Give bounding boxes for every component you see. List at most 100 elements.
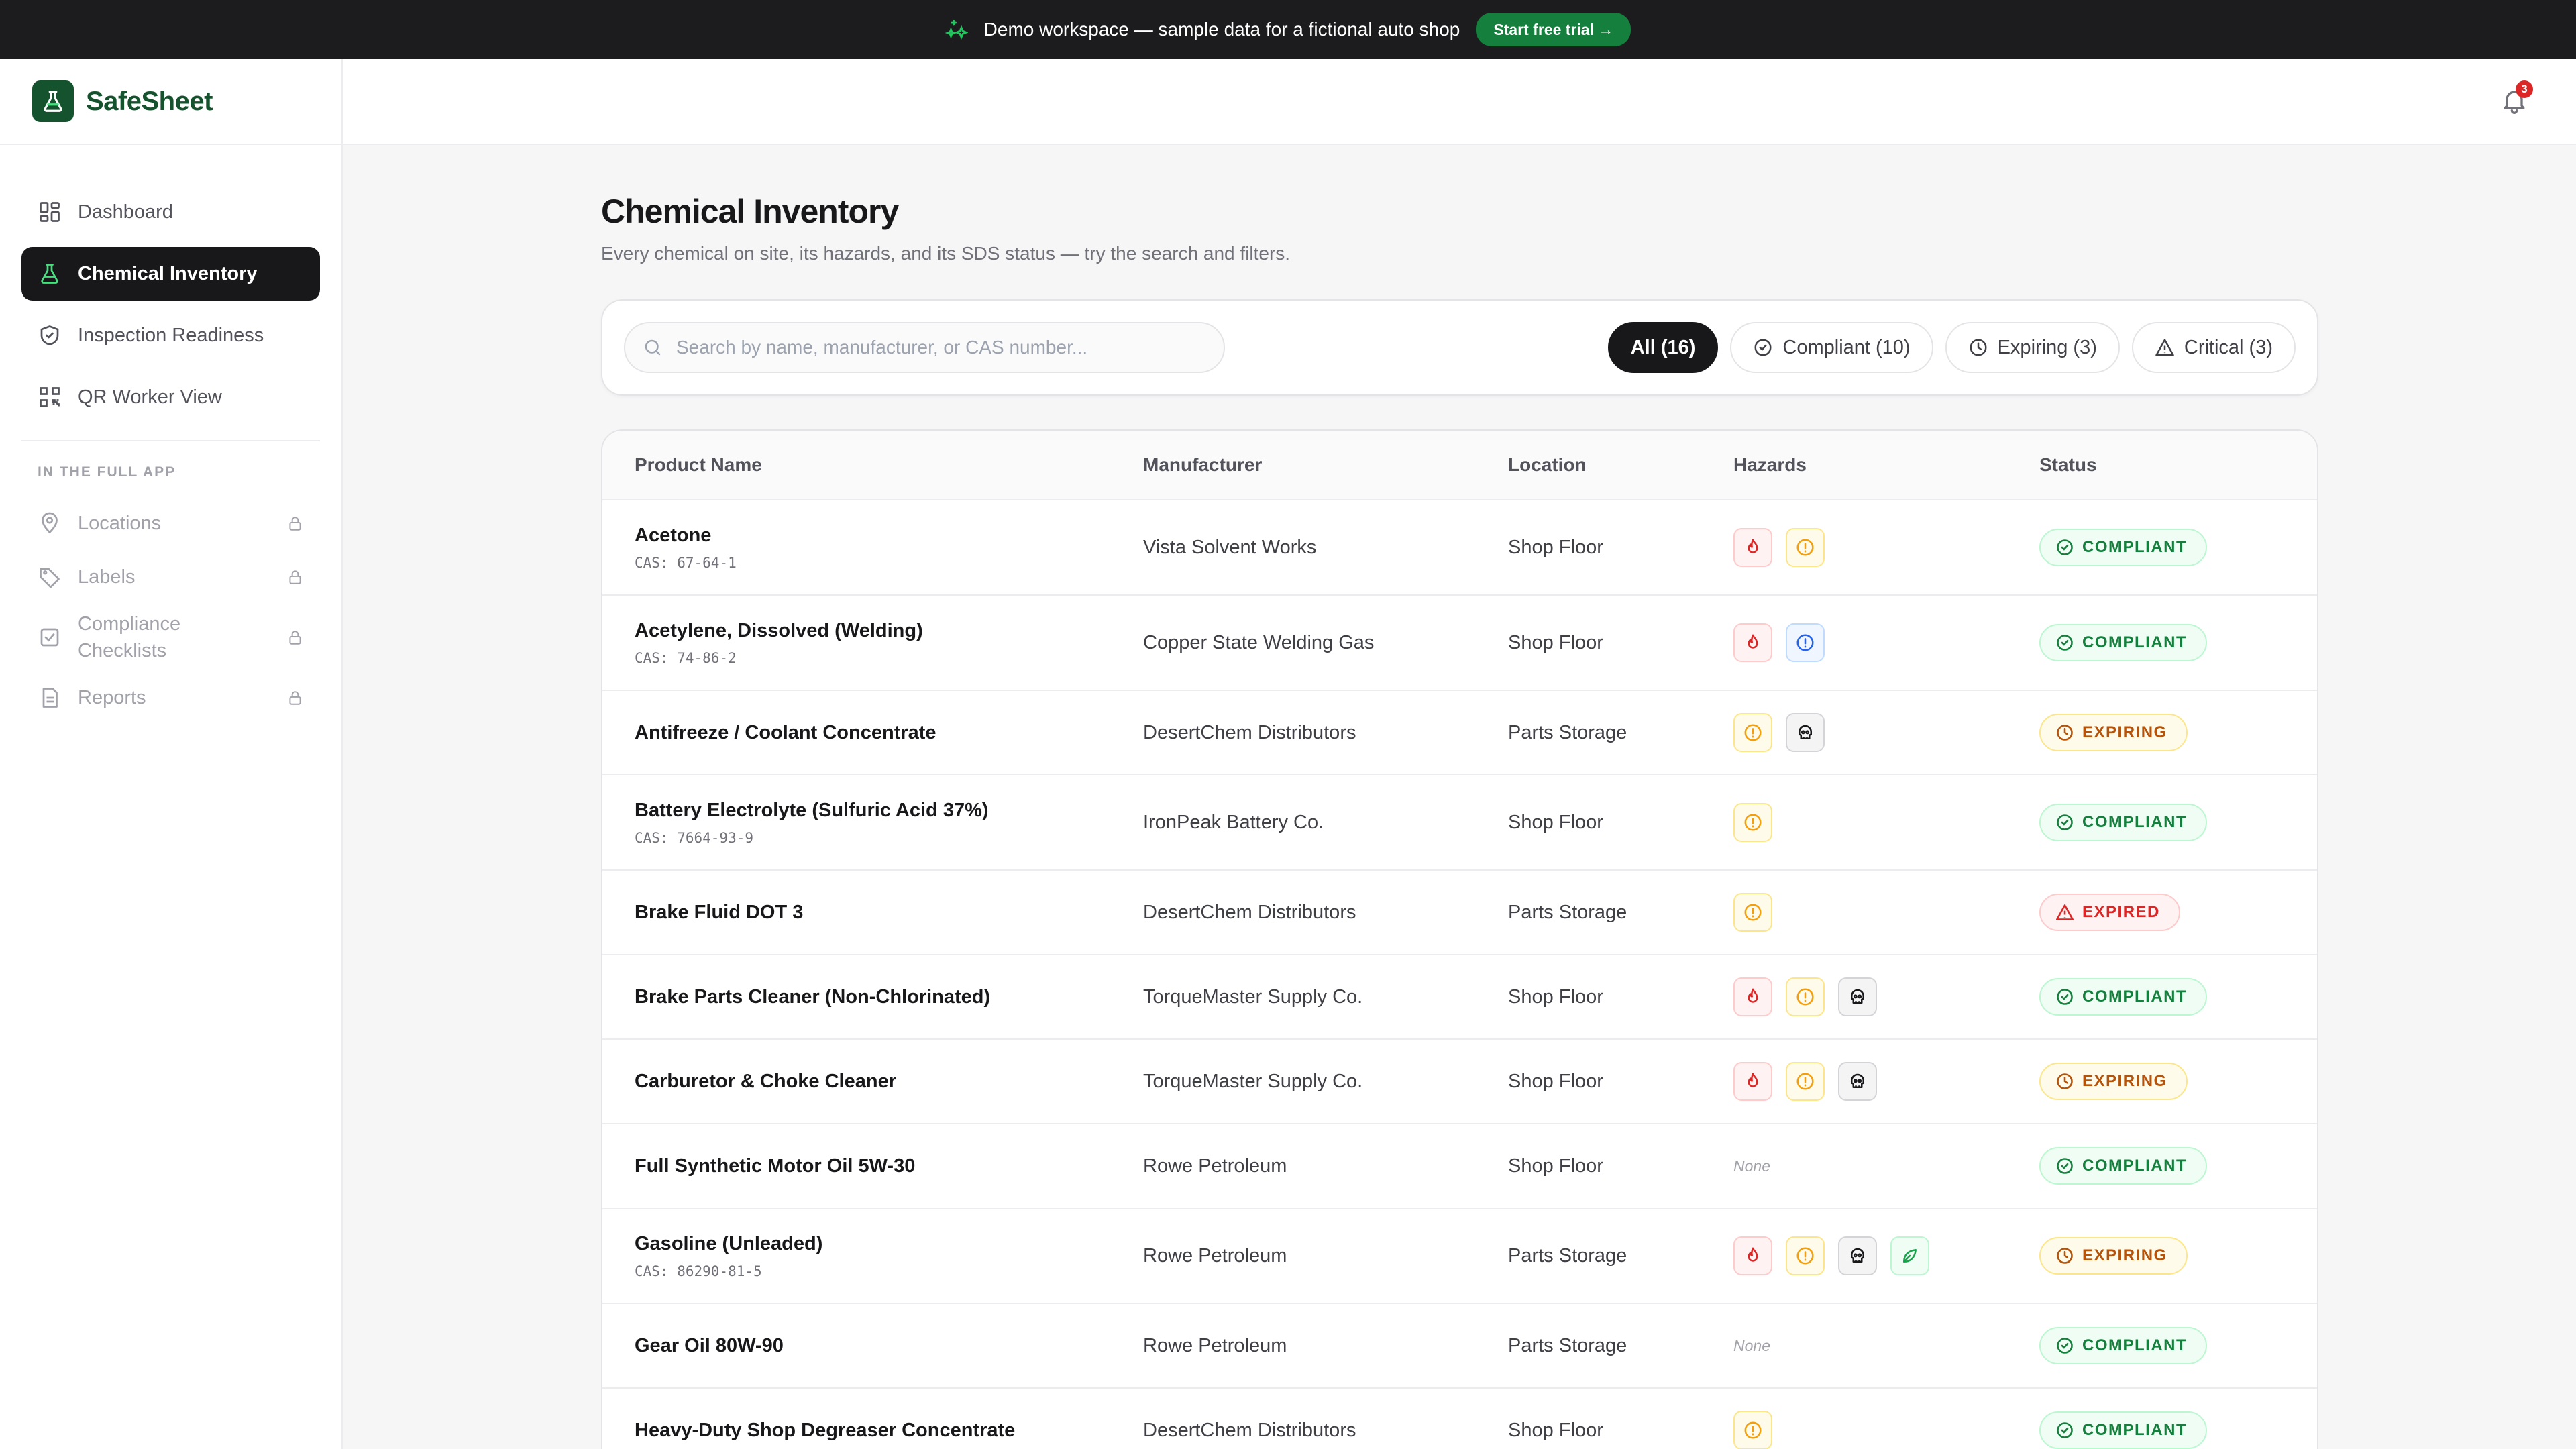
table-row[interactable]: Brake Parts Cleaner (Non-Chlorinated) Tor… <box>602 955 2317 1040</box>
locked-item-locations[interactable]: Locations <box>21 496 320 550</box>
status-badge: COMPLIANT <box>2039 1147 2208 1185</box>
col-status[interactable]: Status <box>2039 454 2317 476</box>
filter-compliant[interactable]: Compliant (10) <box>1730 322 1933 373</box>
table-body: Acetone CAS: 67-64-1 Vista Solvent Works Sh… <box>602 500 2317 1449</box>
locked-item-compliance-checklists[interactable]: Compliance Checklists <box>21 604 320 671</box>
nav-item-label: Inspection Readiness <box>78 324 264 346</box>
status-badge: EXPIRING <box>2039 714 2188 751</box>
table-row[interactable]: Battery Electrolyte (Sulfuric Acid 37%) C… <box>602 775 2317 871</box>
clock-icon <box>2055 1246 2074 1265</box>
filter-label: All (16) <box>1630 336 1696 358</box>
location-cell: Parts Storage <box>1508 901 1627 923</box>
nav-item-chemical-inventory[interactable]: Chemical Inventory <box>21 247 320 301</box>
table-row[interactable]: Acetylene, Dissolved (Welding) CAS: 74-86… <box>602 596 2317 691</box>
status-cell: COMPLIANT <box>2039 1411 2317 1449</box>
status-label: COMPLIANT <box>2082 1336 2188 1354</box>
product-name[interactable]: Gasoline (Unleaded) <box>635 1233 1143 1255</box>
clock-icon <box>2055 1072 2074 1091</box>
table-row[interactable]: Brake Fluid DOT 3 DesertChem Distributors… <box>602 871 2317 955</box>
product-name[interactable]: Battery Electrolyte (Sulfuric Acid 37%) <box>635 800 1143 822</box>
location-cell: Shop Floor <box>1508 631 1603 653</box>
search-input[interactable] <box>676 337 1199 358</box>
col-location[interactable]: Location <box>1508 454 1733 476</box>
page-title: Chemical Inventory <box>601 193 899 230</box>
status-label: EXPIRING <box>2082 1072 2167 1090</box>
status-cell: COMPLIANT <box>2039 1147 2317 1185</box>
product-cell: Gear Oil 80W-90 <box>602 1335 1143 1357</box>
table-row[interactable]: Gasoline (Unleaded) CAS: 86290-81-5 Rowe P… <box>602 1209 2317 1304</box>
table-row[interactable]: Heavy-Duty Shop Degreaser Concentrate Des… <box>602 1389 2317 1449</box>
status-cell: COMPLIANT <box>2039 804 2317 841</box>
filter-bar: All (16) Compliant (10) Expiring (3) Cri… <box>601 299 2318 396</box>
chemical-table: Product Name Manufacturer Location Hazar… <box>601 429 2318 1449</box>
hazards-cell <box>1733 623 2039 662</box>
nav-item-qr-worker-view[interactable]: QR Worker View <box>21 370 320 424</box>
exclamation-icon <box>1786 1236 1825 1275</box>
nav-item-inspection-readiness[interactable]: Inspection Readiness <box>21 309 320 362</box>
checklist-icon <box>40 628 59 647</box>
product-name[interactable]: Gear Oil 80W-90 <box>635 1335 1143 1357</box>
product-name[interactable]: Full Synthetic Motor Oil 5W-30 <box>635 1155 1143 1177</box>
product-cell: Acetylene, Dissolved (Welding) CAS: 74-86… <box>602 620 1143 666</box>
status-badge: COMPLIANT <box>2039 1411 2208 1449</box>
status-cell: EXPIRED <box>2039 894 2317 931</box>
notification-badge: 3 <box>2516 80 2533 98</box>
cas-number: CAS: 74-86-2 <box>635 649 737 666</box>
brand-name: SafeSheet <box>86 86 213 116</box>
search-box <box>624 322 1225 373</box>
col-hazards[interactable]: Hazards <box>1733 454 2039 476</box>
filter-all[interactable]: All (16) <box>1607 322 1719 373</box>
filter-critical[interactable]: Critical (3) <box>2131 322 2296 373</box>
product-cell: Battery Electrolyte (Sulfuric Acid 37%) C… <box>602 800 1143 846</box>
check-circle-icon <box>2055 1421 2074 1440</box>
tag-icon <box>40 568 60 588</box>
nav-item-label: Chemical Inventory <box>78 262 258 284</box>
product-name[interactable]: Brake Parts Cleaner (Non-Chlorinated) <box>635 986 1143 1008</box>
nav-item-dashboard[interactable]: Dashboard <box>21 185 320 239</box>
col-manufacturer[interactable]: Manufacturer <box>1143 454 1508 476</box>
product-name[interactable]: Antifreeze / Coolant Concentrate <box>635 722 1143 744</box>
warning-icon <box>2055 903 2074 922</box>
manufacturer-cell: IronPeak Battery Co. <box>1143 811 1324 833</box>
start-trial-button[interactable]: Start free trial → <box>1476 13 1631 46</box>
status-badge: EXPIRING <box>2039 1063 2188 1100</box>
table-row[interactable]: Carburetor & Choke Cleaner TorqueMaster S… <box>602 1040 2317 1124</box>
table-row[interactable]: Gear Oil 80W-90 Rowe Petroleum Parts Stora… <box>602 1304 2317 1389</box>
manufacturer-cell: TorqueMaster Supply Co. <box>1143 1070 1363 1092</box>
brand[interactable]: SafeSheet <box>0 59 341 145</box>
lock-icon <box>289 691 301 705</box>
pin-icon <box>42 512 58 534</box>
status-cell: COMPLIANT <box>2039 529 2317 566</box>
manufacturer-cell: DesertChem Distributors <box>1143 901 1356 923</box>
product-name[interactable]: Brake Fluid DOT 3 <box>635 902 1143 924</box>
table-row[interactable]: Acetone CAS: 67-64-1 Vista Solvent Works Sh… <box>602 500 2317 596</box>
top-header: 3 <box>343 59 2576 145</box>
col-product-name[interactable]: Product Name <box>602 454 1143 476</box>
status-badge: EXPIRED <box>2039 894 2180 931</box>
product-name[interactable]: Acetone <box>635 525 1143 547</box>
status-badge: COMPLIANT <box>2039 978 2208 1016</box>
locked-item-label: Locations <box>78 513 162 534</box>
table-row[interactable]: Full Synthetic Motor Oil 5W-30 Rowe Petro… <box>602 1124 2317 1209</box>
banner-message: Demo workspace — sample data for a ficti… <box>983 19 1460 40</box>
lock-icon <box>289 570 301 584</box>
check-circle-icon <box>2055 813 2074 832</box>
notifications-button[interactable]: 3 <box>2500 80 2533 115</box>
product-name[interactable]: Heavy-Duty Shop Degreaser Concentrate <box>635 1419 1143 1442</box>
filter-expiring[interactable]: Expiring (3) <box>1945 322 2120 373</box>
skull-icon <box>1838 1236 1877 1275</box>
product-name[interactable]: Carburetor & Choke Cleaner <box>635 1071 1143 1093</box>
info-icon <box>1786 623 1825 662</box>
status-label: COMPLIANT <box>2082 1421 2188 1439</box>
locked-item-labels[interactable]: Labels <box>21 550 320 604</box>
product-name[interactable]: Acetylene, Dissolved (Welding) <box>635 620 1143 642</box>
cas-number: CAS: 86290-81-5 <box>635 1263 762 1279</box>
exclamation-icon <box>1733 713 1772 752</box>
locked-item-reports[interactable]: Reports <box>21 671 320 724</box>
location-cell: Shop Floor <box>1508 1419 1603 1441</box>
hazards-cell <box>1733 977 2039 1016</box>
manufacturer-cell: DesertChem Distributors <box>1143 721 1356 743</box>
page-subtitle: Every chemical on site, its hazards, and… <box>601 243 1291 264</box>
report-icon <box>42 688 58 708</box>
table-row[interactable]: Antifreeze / Coolant Concentrate DesertCh… <box>602 691 2317 775</box>
